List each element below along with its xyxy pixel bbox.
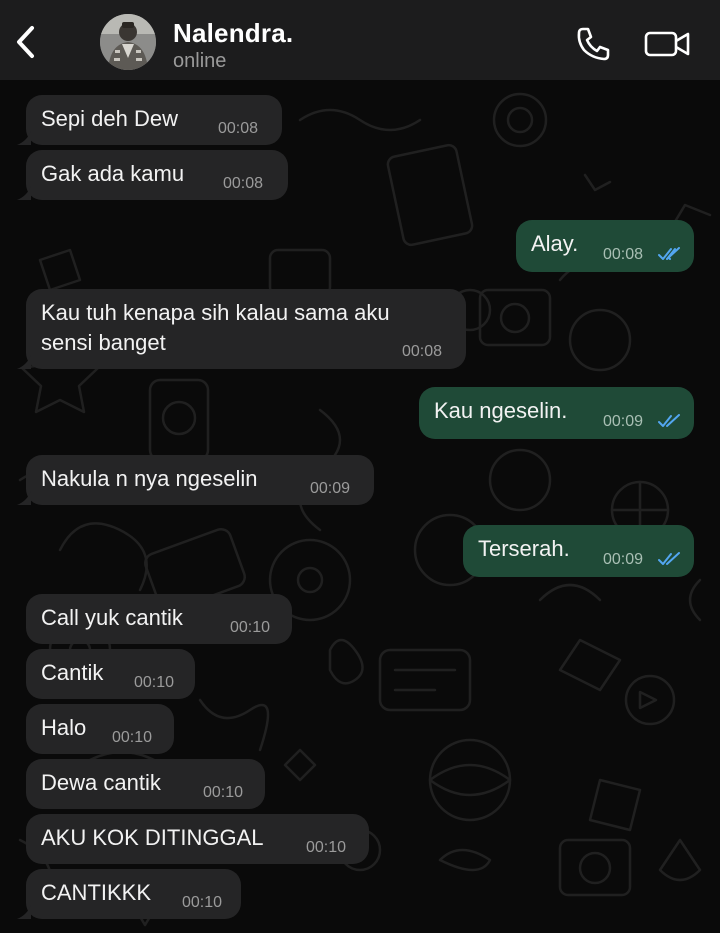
message-time: 00:10 <box>112 729 153 746</box>
message-bubble-outgoing[interactable]: Kau ngeselin. 00:09 <box>419 387 694 439</box>
message-text: Cantik <box>41 660 104 685</box>
bubble-tail <box>17 355 31 369</box>
message-bubble-incoming[interactable]: CANTIKKK 00:10 <box>17 869 241 919</box>
message-time: 00:09 <box>603 413 644 430</box>
message-text: Nakula n nya ngeselin <box>41 466 258 491</box>
message-bubble-incoming[interactable]: Sepi deh Dew 00:08 <box>17 95 282 145</box>
contact-status: online <box>173 50 227 72</box>
message-text: Alay. <box>531 231 579 256</box>
video-camera-icon <box>644 31 690 57</box>
chevron-left-icon <box>17 26 34 58</box>
message-time: 00:08 <box>402 343 443 360</box>
read-receipt-icon <box>658 247 680 260</box>
message-bubble-incoming[interactable]: Nakula n nya ngeselin 00:09 <box>17 455 374 505</box>
message-time: 00:08 <box>603 246 644 263</box>
message-time: 00:10 <box>182 894 223 911</box>
message-time: 00:10 <box>306 839 347 856</box>
bubble-tail <box>17 905 31 919</box>
message-bubble-incoming[interactable]: Call yuk cantik 00:10 <box>26 594 292 644</box>
message-list[interactable]: Sepi deh Dew 00:08 Gak ada kamu 00:08 Al… <box>0 80 720 933</box>
bubble-tail <box>17 131 31 145</box>
voice-call-button[interactable] <box>574 24 614 64</box>
message-time: 00:10 <box>230 619 271 636</box>
chat-screen: Nalendra. online Sepi deh Dew 00:08 Gak … <box>0 0 720 933</box>
back-button[interactable] <box>10 22 42 62</box>
message-bubble-outgoing[interactable]: Terserah. 00:09 <box>463 525 694 577</box>
contact-avatar[interactable] <box>100 14 156 70</box>
read-receipt-icon <box>658 414 680 427</box>
message-text: Sepi deh Dew <box>41 106 178 131</box>
read-receipt-icon <box>658 552 680 565</box>
message-time: 00:10 <box>134 674 175 691</box>
message-bubble-outgoing[interactable]: Alay. 00:08 <box>516 220 694 272</box>
message-text: Gak ada kamu <box>41 161 185 186</box>
bubble-tail <box>17 186 31 200</box>
message-time: 00:09 <box>310 480 351 497</box>
message-text: Terserah. <box>478 536 570 561</box>
contact-name[interactable]: Nalendra. <box>173 18 293 49</box>
bubble-tail <box>17 491 31 505</box>
message-time: 00:10 <box>203 784 244 801</box>
chat-header: Nalendra. online <box>0 0 720 80</box>
message-time: 00:09 <box>603 551 644 568</box>
message-text: Dewa cantik <box>41 770 161 795</box>
message-bubble-incoming[interactable]: Halo 00:10 <box>26 704 174 754</box>
message-text: Call yuk cantik <box>41 605 183 630</box>
message-time: 00:08 <box>223 175 264 192</box>
message-bubble-incoming[interactable]: Dewa cantik 00:10 <box>26 759 265 809</box>
phone-icon <box>577 27 610 61</box>
message-text: AKU KOK DITINGGAL <box>41 825 264 850</box>
message-text: CANTIKKK <box>41 880 152 905</box>
message-bubble-incoming[interactable]: AKU KOK DITINGGAL 00:10 <box>26 814 369 864</box>
message-bubble-incoming[interactable]: Cantik 00:10 <box>26 649 195 699</box>
message-bubble-incoming[interactable]: Gak ada kamu 00:08 <box>17 150 288 200</box>
message-bubble-incoming[interactable]: Kau tuh kenapa sih kalau sama aku sensi … <box>17 289 466 369</box>
message-time: 00:08 <box>218 120 259 137</box>
video-call-button[interactable] <box>643 24 693 64</box>
message-text: Kau tuh kenapa sih kalau sama aku sensi … <box>41 300 390 355</box>
message-text: Halo <box>41 715 87 740</box>
message-text: Kau ngeselin. <box>434 398 568 423</box>
